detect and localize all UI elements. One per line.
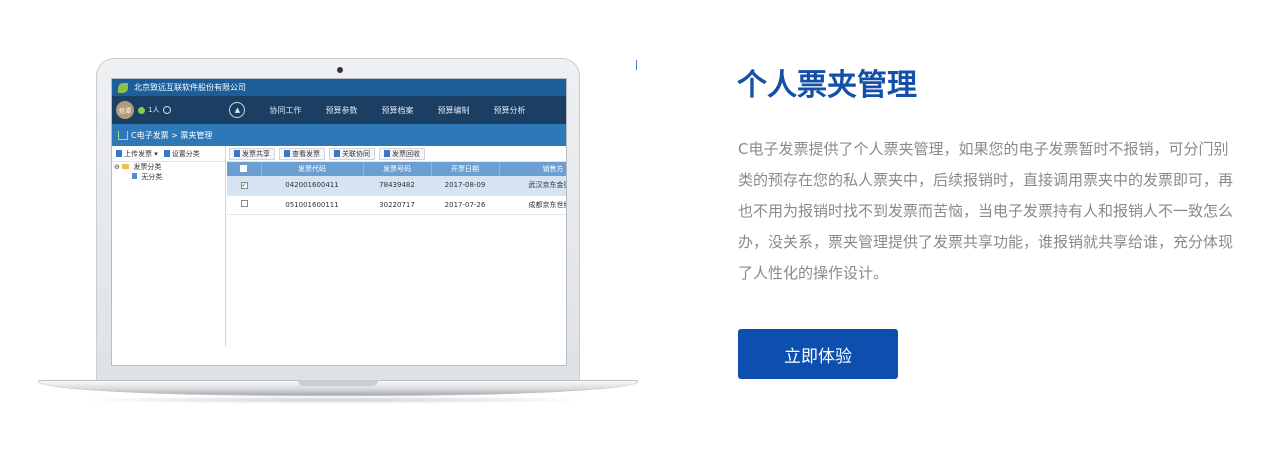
column-header[interactable]: 发票代码 bbox=[261, 162, 364, 176]
nav-item-budget-params[interactable]: 预算参数 bbox=[325, 105, 357, 116]
share-invoice-label: 发票共享 bbox=[242, 149, 270, 158]
laptop-lid: 北京致远互联软件股份有限公司 姓谭 1人 ▲ 协同工作 预算参数 预算档案 预算… bbox=[96, 58, 580, 384]
row-checkbox[interactable]: ✓ bbox=[227, 176, 261, 196]
upload-icon bbox=[116, 150, 122, 157]
invoice-date-cell: 2017-08-09 bbox=[431, 176, 499, 196]
app-titlebar: 北京致远互联软件股份有限公司 bbox=[112, 79, 566, 96]
chevron-down-icon: ▾ bbox=[152, 149, 158, 158]
view-invoice-button[interactable]: 查看发票 bbox=[279, 147, 325, 160]
row-checkbox[interactable] bbox=[227, 195, 261, 215]
settings-icon bbox=[163, 150, 170, 157]
home-icon[interactable] bbox=[118, 130, 128, 140]
nav-item-budget-archive[interactable]: 预算档案 bbox=[381, 105, 413, 116]
app-nav-bar: 姓谭 1人 ▲ 协同工作 预算参数 预算档案 预算编制 预算分析 bbox=[112, 96, 566, 124]
invoice-table: 发票代码 发票号码 开票日期 销售方 ✓ 042001600411 784394… bbox=[227, 162, 566, 215]
folder-icon bbox=[122, 164, 130, 169]
nav-item-budget-analysis[interactable]: 预算分析 bbox=[493, 105, 525, 116]
breadcrumb-text: C电子发票 > 票夹管理 bbox=[131, 130, 213, 140]
nav-item-collaboration[interactable]: 协同工作 bbox=[269, 105, 301, 116]
column-header[interactable]: 发票号码 bbox=[363, 162, 432, 176]
try-now-button[interactable]: 立即体验 bbox=[738, 329, 898, 379]
tree-node-label: 发票分类 bbox=[133, 163, 162, 171]
laptop-notch bbox=[298, 380, 378, 386]
seller-cell: 武汉京东金德贸 bbox=[499, 176, 566, 196]
section-title: 个人票夹管理 bbox=[737, 68, 917, 103]
invoice-list-pane: 发票共享 查看发票 关联协同 发票回收 发票代码 发票号码 开票日期 销售方 ✓… bbox=[227, 146, 566, 347]
camera-dot bbox=[337, 67, 343, 73]
left-toolbar: 上传发票 ▾ 设置分类 bbox=[112, 146, 225, 162]
view-icon bbox=[284, 150, 290, 157]
table-header-row: 发票代码 发票号码 开票日期 销售方 bbox=[227, 162, 566, 176]
upload-invoice-button[interactable]: 上传发票 ▾ bbox=[116, 149, 158, 159]
person-icon bbox=[163, 106, 172, 114]
expand-icon[interactable]: ⊖ bbox=[114, 163, 120, 171]
breadcrumb: C电子发票 > 票夹管理 bbox=[112, 124, 566, 146]
link-icon bbox=[334, 150, 340, 157]
column-header[interactable]: 开票日期 bbox=[431, 162, 500, 176]
laptop-shadow bbox=[76, 396, 596, 404]
laptop-mockup: 北京致远互联软件股份有限公司 姓谭 1人 ▲ 协同工作 预算参数 预算档案 预算… bbox=[36, 58, 640, 408]
tree-node-child[interactable]: 无分类 bbox=[112, 172, 225, 182]
invoice-code-cell: 042001600411 bbox=[261, 176, 363, 196]
decorative-divider bbox=[636, 60, 637, 70]
link-collaboration-label: 关联协同 bbox=[342, 149, 370, 158]
share-icon bbox=[234, 150, 240, 157]
seller-cell: 成都京东世纪贸 bbox=[499, 195, 566, 215]
online-status-icon bbox=[138, 106, 145, 114]
table-row[interactable]: ✓ 042001600411 78439482 2017-08-09 武汉京东金… bbox=[227, 176, 566, 196]
tree-node-label: 无分类 bbox=[141, 173, 163, 181]
invoice-date-cell: 2017-07-26 bbox=[431, 195, 499, 215]
set-category-label: 设置分类 bbox=[171, 149, 200, 158]
avatar[interactable]: 姓谭 bbox=[116, 101, 134, 119]
recall-invoice-label: 发票回收 bbox=[392, 149, 420, 158]
tree-node-root[interactable]: ⊖ 发票分类 bbox=[112, 162, 225, 172]
recall-icon bbox=[384, 150, 390, 157]
column-header[interactable]: 销售方 bbox=[499, 162, 566, 176]
share-invoice-button[interactable]: 发票共享 bbox=[229, 147, 275, 160]
category-tree-pane: 上传发票 ▾ 设置分类 ⊖ 发票分类 无分类 bbox=[112, 146, 226, 347]
company-logo-icon bbox=[118, 82, 128, 93]
table-row[interactable]: 051001600111 30220717 2017-07-26 成都京东世纪贸 bbox=[227, 195, 566, 215]
link-collaboration-button[interactable]: 关联协同 bbox=[329, 147, 375, 160]
laptop-screen: 北京致远互联软件股份有限公司 姓谭 1人 ▲ 协同工作 预算参数 预算档案 预算… bbox=[111, 78, 567, 366]
nav-item-budget-compile[interactable]: 预算编制 bbox=[437, 105, 469, 116]
select-all-checkbox[interactable] bbox=[227, 162, 262, 176]
invoice-number-cell: 30220717 bbox=[363, 195, 431, 215]
file-icon bbox=[132, 173, 137, 179]
view-invoice-label: 查看发票 bbox=[292, 149, 320, 158]
navigation-up-icon[interactable]: ▲ bbox=[229, 102, 246, 118]
invoice-code-cell: 051001600111 bbox=[261, 195, 363, 215]
upload-invoice-label: 上传发票 bbox=[124, 149, 152, 158]
section-description: C电子发票提供了个人票夹管理，如果您的电子发票暂时不报销，可分门别类的预存在您的… bbox=[738, 140, 1234, 282]
invoice-toolbar: 发票共享 查看发票 关联协同 发票回收 bbox=[227, 146, 566, 162]
set-category-button[interactable]: 设置分类 bbox=[163, 149, 200, 159]
invoice-number-cell: 78439482 bbox=[363, 176, 431, 196]
recall-invoice-button[interactable]: 发票回收 bbox=[379, 147, 425, 160]
company-name: 北京致远互联软件股份有限公司 bbox=[134, 83, 246, 92]
app-body: 上传发票 ▾ 设置分类 ⊖ 发票分类 无分类 发票共享 查看发票 关联协同 发票… bbox=[112, 146, 566, 347]
online-user-count: 1人 bbox=[148, 106, 160, 114]
